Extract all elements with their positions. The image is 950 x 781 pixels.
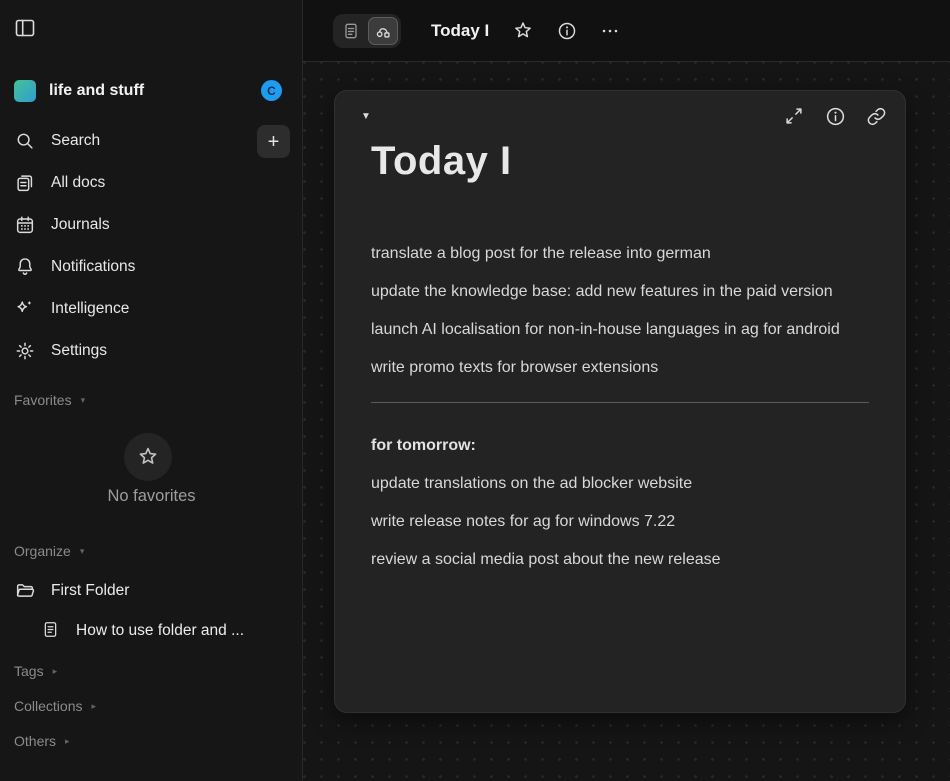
copy-link-button[interactable]: [864, 104, 888, 128]
info-icon: [824, 105, 847, 128]
ellipsis-icon: [599, 20, 621, 42]
sidebar-item-all-docs[interactable]: All docs: [0, 162, 302, 204]
tags-section-header[interactable]: Tags ▸: [14, 663, 57, 679]
edgeless-mode-button[interactable]: [368, 17, 398, 45]
sidebar-item-label: All docs: [51, 174, 105, 192]
organize-label: Organize: [14, 543, 71, 559]
note-card[interactable]: ▼ Today I: [334, 90, 906, 713]
sidebar-item-label: Intelligence: [51, 300, 129, 318]
info-icon: [556, 20, 578, 42]
note-paragraph[interactable]: translate a blog post for the release in…: [371, 241, 869, 267]
sidebar-toggle-button[interactable]: [13, 16, 37, 40]
sidebar-item-intelligence[interactable]: Intelligence: [0, 288, 302, 330]
new-doc-button[interactable]: +: [257, 125, 290, 158]
triangle-down-icon: ▼: [361, 111, 371, 122]
doc-title: Today I: [431, 21, 489, 41]
tags-label: Tags: [14, 663, 44, 679]
note-card-actions: [782, 104, 888, 128]
favorite-doc-button[interactable]: [509, 17, 537, 45]
search-icon: [14, 130, 36, 152]
note-body[interactable]: translate a blog post for the release in…: [371, 241, 869, 585]
note-paragraph[interactable]: update translations on the ad blocker we…: [371, 471, 869, 497]
divider: [371, 402, 869, 403]
folder-label: First Folder: [51, 582, 129, 600]
favorites-label: Favorites: [14, 392, 72, 408]
sidebar-item-doc[interactable]: How to use folder and ...: [0, 615, 302, 647]
note-paragraph[interactable]: write promo texts for browser extensions: [371, 355, 869, 381]
journals-icon: [14, 214, 36, 236]
chevron-right-icon: ▸: [91, 701, 96, 712]
sidebar-item-label: Notifications: [51, 258, 135, 276]
more-options-button[interactable]: [596, 17, 624, 45]
expand-note-button[interactable]: [782, 104, 806, 128]
workspace-name: life and stuff: [49, 82, 144, 100]
sidebar-toggle-icon: [13, 16, 37, 40]
note-info-button[interactable]: [823, 104, 847, 128]
sidebar-item-journals[interactable]: Journals: [0, 204, 302, 246]
note-paragraph[interactable]: review a social media post about the new…: [371, 547, 869, 573]
sidebar-item-label: Journals: [51, 216, 110, 234]
topbar: Today I: [303, 0, 950, 62]
folder-icon: [14, 580, 36, 602]
star-icon: [512, 20, 534, 42]
favorites-empty-text: No favorites: [0, 487, 303, 506]
expand-icon: [783, 105, 805, 127]
note-subheading[interactable]: for tomorrow:: [371, 433, 869, 459]
mode-toggle: [333, 14, 401, 48]
chevron-down-icon: ▾: [80, 546, 85, 557]
chevron-down-icon: ▾: [81, 395, 86, 406]
sidebar-item-notifications[interactable]: Notifications: [0, 246, 302, 288]
edgeless-mode-icon: [373, 21, 393, 41]
workspace-selector[interactable]: life and stuff C: [0, 76, 302, 106]
collections-section-header[interactable]: Collections ▸: [14, 698, 96, 714]
favorites-section-header[interactable]: Favorites ▾: [14, 392, 85, 408]
edgeless-canvas[interactable]: ▼ Today I: [303, 62, 950, 781]
collections-label: Collections: [14, 698, 82, 714]
sparkle-icon: [14, 298, 36, 320]
sidebar: life and stuff C Search All docs Jour: [0, 0, 303, 781]
sidebar-item-first-folder[interactable]: First Folder: [0, 575, 302, 607]
organize-section-header[interactable]: Organize ▾: [14, 543, 84, 559]
sidebar-item-label: Search: [51, 132, 100, 150]
doc-info-button[interactable]: [553, 17, 581, 45]
note-paragraph[interactable]: write release notes for ag for windows 7…: [371, 509, 869, 535]
doc-icon: [41, 620, 60, 642]
chevron-right-icon: ▸: [53, 666, 58, 677]
note-title[interactable]: Today I: [371, 139, 512, 184]
chevron-right-icon: ▸: [65, 736, 70, 747]
gear-icon: [14, 340, 36, 362]
star-icon: [136, 445, 160, 469]
collapse-note-button[interactable]: ▼: [356, 106, 376, 126]
link-icon: [865, 105, 888, 128]
page-mode-icon: [341, 21, 361, 41]
sidebar-nav: Search All docs Journals Notifications: [0, 120, 302, 372]
sidebar-item-settings[interactable]: Settings: [0, 330, 302, 372]
others-label: Others: [14, 733, 56, 749]
doc-label: How to use folder and ...: [76, 622, 244, 640]
all-docs-icon: [14, 172, 36, 194]
favorites-empty-badge: [124, 433, 172, 481]
sidebar-item-label: Settings: [51, 342, 107, 360]
cloud-sync-badge[interactable]: C: [261, 80, 282, 101]
workspace-icon: [14, 80, 36, 102]
others-section-header[interactable]: Others ▸: [14, 733, 70, 749]
note-paragraph[interactable]: update the knowledge base: add new featu…: [371, 279, 869, 305]
note-paragraph[interactable]: launch AI localisation for non-in-house …: [371, 317, 869, 343]
bell-icon: [14, 256, 36, 278]
page-mode-button[interactable]: [336, 17, 366, 45]
